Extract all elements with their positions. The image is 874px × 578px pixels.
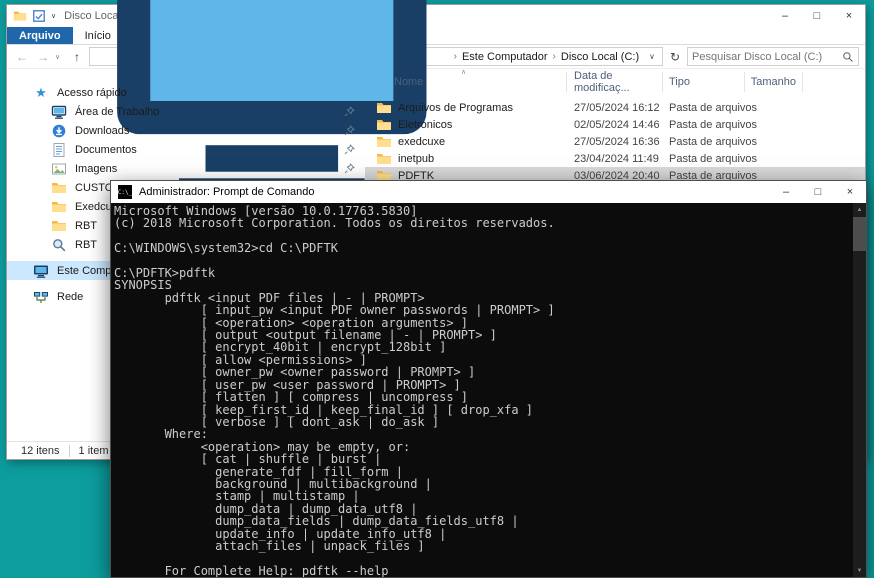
cmd-window: C:\_ Administrador: Prompt de Comando – … (110, 180, 867, 578)
saved-search-icon (51, 237, 67, 253)
breadcrumb-separator-icon: › (454, 51, 457, 62)
up-icon[interactable]: ↑ (68, 50, 86, 64)
desktop-icon (51, 104, 67, 120)
column-header-nome[interactable]: ∧ Nome (365, 72, 567, 92)
column-label: Tamanho (751, 76, 796, 88)
search-input[interactable] (692, 51, 842, 63)
cmd-window-title: Administrador: Prompt de Comando (139, 186, 314, 198)
console-scrollbar[interactable]: ▲ ▼ (853, 203, 866, 577)
this-pc-icon (33, 263, 49, 279)
folder-icon (376, 134, 392, 150)
file-date: 27/05/2024 16:36 (567, 136, 663, 148)
column-label: Nome (394, 76, 423, 88)
network-icon (33, 289, 49, 305)
pin-icon[interactable] (344, 106, 355, 117)
sidebar-item-label: Downloads (75, 125, 129, 137)
file-date: 23/04/2024 11:49 (567, 153, 663, 165)
sidebar-item-label: RBT (75, 220, 97, 232)
column-label: Data de modificaç... (574, 70, 662, 94)
pin-icon[interactable] (344, 144, 355, 155)
address-history-dropdown-icon[interactable]: ∨ (649, 52, 657, 61)
column-header-tipo[interactable]: Tipo (663, 72, 745, 92)
search-box[interactable] (687, 47, 859, 66)
column-headers: ∧ Nome Data de modificaç... Tipo Tamanho (365, 69, 865, 95)
file-name: Arquivos de Programas (398, 102, 513, 114)
sidebar-item-area-de-trabalho[interactable]: Área de Trabalho (7, 102, 365, 121)
qat-customize-dropdown-icon[interactable]: ∨ (51, 12, 56, 20)
table-row-inetpub[interactable]: inetpub 23/04/2024 11:49 Pasta de arquiv… (365, 150, 865, 167)
folder-icon (376, 117, 392, 133)
pin-icon[interactable] (344, 125, 355, 136)
explorer-minimize-button[interactable]: – (769, 5, 801, 27)
file-type: Pasta de arquivos (663, 119, 783, 131)
back-icon[interactable]: ← (13, 50, 31, 64)
sidebar-item-documentos[interactable]: Documentos (7, 140, 365, 159)
scroll-down-icon[interactable]: ▼ (853, 564, 866, 577)
folder-icon (376, 100, 392, 116)
folder-icon (51, 180, 67, 196)
refresh-icon[interactable]: ↻ (666, 47, 684, 66)
file-date: 27/05/2024 16:12 (567, 102, 663, 114)
cmd-close-button[interactable]: × (834, 181, 866, 203)
forward-icon[interactable]: → (34, 50, 52, 64)
explorer-maximize-button[interactable]: □ (801, 5, 833, 27)
console-output: Microsoft Windows [versão 10.0.17763.583… (111, 203, 866, 577)
item-count: 12 itens (21, 445, 60, 457)
column-label: Tipo (669, 76, 690, 88)
folder-icon (376, 151, 392, 167)
sort-ascending-icon: ∧ (461, 69, 466, 76)
sidebar-item-label: Imagens (75, 163, 117, 175)
breadcrumb-este-computador[interactable]: Este Computador (462, 51, 548, 63)
cmd-minimize-button[interactable]: – (770, 181, 802, 203)
table-row-arquivos-de-programas[interactable]: Arquivos de Programas 27/05/2024 16:12 P… (365, 99, 865, 116)
breadcrumb-separator-icon: › (553, 51, 556, 62)
scroll-up-icon[interactable]: ▲ (853, 203, 866, 216)
pin-icon[interactable] (344, 163, 355, 174)
sidebar-item-imagens[interactable]: Imagens (7, 159, 365, 178)
file-date: 02/05/2024 14:46 (567, 119, 663, 131)
table-row-exedcuxe[interactable]: exedcuxe 27/05/2024 16:36 Pasta de arqui… (365, 133, 865, 150)
table-row-eletronicos[interactable]: Eletronicos 02/05/2024 14:46 Pasta de ar… (365, 116, 865, 133)
folder-icon (51, 199, 67, 215)
file-name: exedcuxe (398, 136, 445, 148)
sidebar-item-label: Área de Trabalho (75, 106, 159, 118)
search-icon (842, 51, 854, 63)
sidebar-item-label: Acesso rápido (57, 87, 127, 99)
file-type: Pasta de arquivos (663, 153, 783, 165)
desktop: { "colors": { "desktop": "#0d9d9e", "rib… (0, 0, 874, 578)
sidebar-item-label: RBT (75, 239, 97, 251)
scrollbar-thumb[interactable] (853, 217, 866, 251)
cmd-maximize-button[interactable]: □ (802, 181, 834, 203)
column-header-data[interactable]: Data de modificaç... (567, 72, 663, 92)
status-separator (69, 445, 70, 457)
sidebar-item-downloads[interactable]: Downloads (7, 121, 365, 140)
navigation-bar: ← → ∨ ↑ › Este Computador › Disco Local … (7, 45, 865, 69)
sidebar-item-label: Documentos (75, 144, 137, 156)
cmd-app-icon: C:\_ (118, 185, 132, 199)
file-name: inetpub (398, 153, 434, 165)
tab-arquivo[interactable]: Arquivo (7, 27, 73, 44)
downloads-icon (51, 123, 67, 139)
sidebar-item-acesso-rapido[interactable]: ★ Acesso rápido (7, 83, 365, 102)
qat-properties-icon[interactable] (32, 9, 46, 23)
documents-icon (51, 142, 67, 158)
file-type: Pasta de arquivos (663, 136, 783, 148)
file-name: Eletronicos (398, 119, 452, 131)
explorer-app-icon (13, 9, 27, 23)
sidebar-item-label: Rede (57, 291, 83, 303)
column-header-tamanho[interactable]: Tamanho (745, 72, 803, 92)
console-area[interactable]: Microsoft Windows [versão 10.0.17763.583… (111, 203, 866, 577)
breadcrumb-disco-local[interactable]: Disco Local (C:) (561, 51, 639, 63)
recent-locations-dropdown-icon[interactable]: ∨ (55, 53, 65, 61)
folder-icon (51, 218, 67, 234)
address-bar[interactable]: › Este Computador › Disco Local (C:) ∨ (89, 47, 663, 66)
quick-access-star-icon: ★ (33, 85, 49, 101)
cmd-titlebar: C:\_ Administrador: Prompt de Comando – … (111, 181, 866, 203)
explorer-close-button[interactable]: × (833, 5, 865, 27)
file-type: Pasta de arquivos (663, 102, 783, 114)
pictures-icon (51, 161, 67, 177)
